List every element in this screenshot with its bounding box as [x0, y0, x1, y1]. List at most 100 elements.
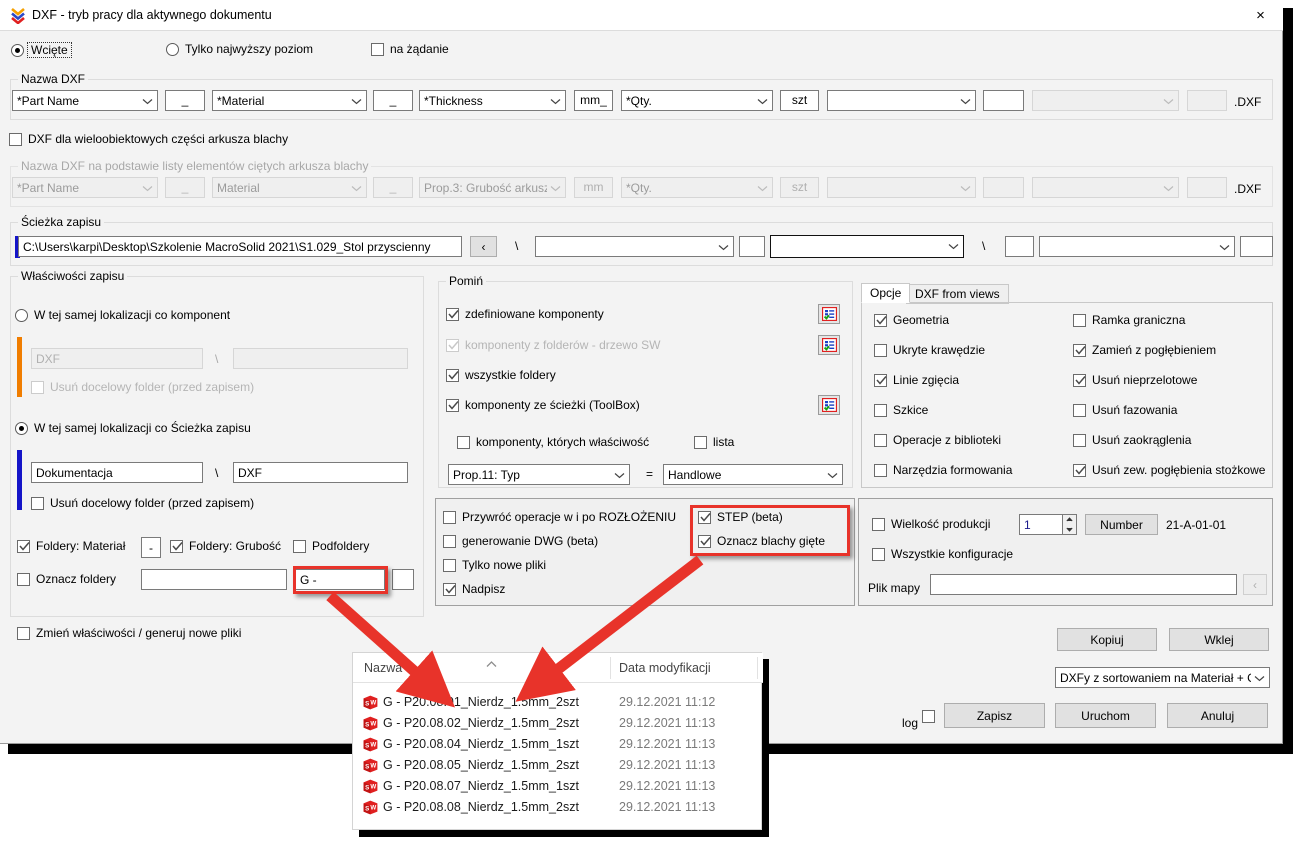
checkbox-skip-1[interactable]: komponenty z folderów - drzewo SW [446, 338, 660, 352]
checkbox-extra-left-3[interactable]: Nadpisz [443, 582, 505, 596]
mark-folders-suffix-input[interactable] [392, 569, 414, 590]
dxfRow2-text-5[interactable]: mm [574, 177, 613, 198]
checkbox-option-left-1[interactable]: Ukryte krawędzie [874, 343, 985, 357]
explorer-file-row[interactable]: SW G - P20.08.04_Nierdz_1.5mm_1szt 29.12.2… [353, 734, 763, 755]
dxfRow1-text-5[interactable]: mm_ [574, 90, 613, 111]
radio-top-level[interactable]: Tylko najwyższy poziom [166, 42, 313, 56]
radio-same-location-as-component[interactable]: W tej samej lokalizacji co komponent [15, 308, 230, 322]
checkbox-savepath-delete-target-folder[interactable]: Usuń docelowy folder (przed zapisem) [31, 496, 254, 510]
dxfRow2-text-9[interactable] [983, 177, 1024, 198]
skip-value-combo[interactable]: Handlowe [663, 464, 843, 485]
dxfRow1-text-7[interactable]: szt [780, 90, 819, 111]
save-path-text-1[interactable] [739, 236, 765, 257]
component-folder-1-input[interactable] [31, 348, 203, 369]
checkbox-skip-list[interactable]: lista [694, 435, 734, 449]
save-path-browse-button[interactable]: ‹ [470, 236, 497, 257]
dxfRow2-text-11[interactable] [1187, 177, 1227, 198]
dxfRow1-text-11[interactable] [1187, 90, 1227, 111]
save-button[interactable]: Zapisz [944, 703, 1045, 728]
checkbox-multibody-sheetmetal[interactable]: DXF dla wieloobiektowych części arkusza … [9, 132, 288, 146]
dxfRow1-text-3[interactable]: _ [373, 90, 413, 111]
checkbox-option-left-0[interactable]: Geometria [874, 313, 949, 327]
explorer-column-date[interactable]: Data modyfikacji [619, 661, 711, 675]
checkbox-extra-left-2[interactable]: Tylko nowe pliki [443, 558, 546, 572]
explorer-file-row[interactable]: SW G - P20.08.08_Nierdz_1.5mm_2szt 29.12.2… [353, 797, 763, 818]
dxfRow2-combo-8[interactable] [827, 177, 976, 198]
production-size-input[interactable] [1019, 514, 1063, 535]
checkbox-option-right-2[interactable]: Usuń nieprzelotowe [1073, 373, 1197, 387]
number-button[interactable]: Number [1085, 514, 1158, 535]
save-path-text-3[interactable] [1240, 236, 1273, 257]
dxfRow2-text-3[interactable]: _ [373, 177, 413, 198]
checkbox-option-right-0[interactable]: Ramka graniczna [1073, 313, 1185, 327]
checkbox-subfolders[interactable]: Podfoldery [293, 539, 369, 553]
checkbox-extra-left-0[interactable]: Przywróć operacje w i po ROZŁOŻENIU [443, 510, 676, 524]
dxfRow2-combo-10[interactable] [1032, 177, 1179, 198]
dxfRow2-combo-6[interactable]: *Qty. [621, 177, 773, 198]
checkbox-folders-thickness[interactable]: Foldery: Grubość [170, 539, 281, 553]
savepath-folder-2-input[interactable] [233, 462, 408, 483]
checkbox-skip-by-property[interactable]: komponenty, których właściwość [457, 435, 649, 449]
stepper-up-icon[interactable] [1063, 515, 1075, 524]
checkbox-production-size[interactable]: Wielkość produkcji [872, 517, 990, 531]
checkbox-extra-right-1[interactable]: Oznacz blachy gięte [698, 534, 825, 548]
radio-same-location-as-savepath[interactable]: W tej samej lokalizacji co Ścieżka zapis… [15, 421, 251, 435]
checkbox-skip-3[interactable]: komponenty ze ścieżki (ToolBox) [446, 398, 640, 412]
dxfRow1-text-1[interactable]: _ [165, 90, 205, 111]
savepath-folder-1-input[interactable] [31, 462, 203, 483]
checkbox-mark-folders[interactable]: Oznacz foldery [17, 572, 116, 586]
checkbox-option-left-3[interactable]: Szkice [874, 403, 928, 417]
dxfRow1-combo-4[interactable]: *Thickness [419, 90, 566, 111]
checkbox-component-delete-target-folder[interactable]: Usuń docelowy folder (przed zapisem) [31, 380, 254, 394]
checkbox-option-left-4[interactable]: Operacje z biblioteki [874, 433, 1001, 447]
dxfRow1-combo-0[interactable]: *Part Name [12, 90, 158, 111]
checkbox-option-right-5[interactable]: Usuń zew. pogłębienia stożkowe [1073, 463, 1265, 477]
checkbox-all-configurations[interactable]: Wszystkie konfiguracje [872, 547, 1013, 561]
dxfRow1-text-9[interactable] [983, 90, 1024, 111]
checkbox-extra-right-0[interactable]: STEP (beta) [698, 510, 783, 524]
checkbox-folders-material[interactable]: Foldery: Materiał [17, 539, 125, 553]
map-file-browse-button[interactable]: ‹ [1243, 574, 1267, 595]
map-file-input[interactable] [930, 574, 1237, 595]
dxfRow2-text-7[interactable]: szt [780, 177, 819, 198]
copy-button[interactable]: Kopiuj [1057, 628, 1157, 651]
checkbox-extra-left-1[interactable]: generowanie DWG (beta) [443, 534, 598, 548]
skip-list-icon-button-1[interactable] [818, 335, 840, 355]
explorer-file-row[interactable]: SW G - P20.08.02_Nierdz_1.5mm_2szt 29.12.2… [353, 713, 763, 734]
dxfRow1-combo-2[interactable]: *Material [212, 90, 367, 111]
checkbox-change-properties[interactable]: Zmień właściwości / generuj nowe pliki [17, 626, 241, 640]
dxfRow1-combo-6[interactable]: *Qty. [621, 90, 773, 111]
skip-list-icon-button-3[interactable] [818, 395, 840, 415]
production-size-stepper[interactable] [1063, 514, 1077, 535]
checkbox-skip-0[interactable]: zdefiniowane komponenty [446, 307, 604, 321]
checkbox-on-demand[interactable]: na żądanie [371, 42, 449, 56]
close-icon[interactable]: × [1238, 0, 1283, 30]
dxfRow2-combo-4[interactable]: Prop.3: Grubość arkusza bl [419, 177, 566, 198]
checkbox-option-right-4[interactable]: Usuń zaokrąglenia [1073, 433, 1191, 447]
stepper-down-icon[interactable] [1063, 525, 1075, 534]
run-button[interactable]: Uruchom [1055, 703, 1156, 728]
dxfRow1-combo-8[interactable] [827, 90, 976, 111]
checkbox-option-right-1[interactable]: Zamień z pogłębieniem [1073, 343, 1216, 357]
component-folder-2-input[interactable] [233, 348, 408, 369]
tab-opcje[interactable]: Opcje [861, 283, 911, 303]
explorer-file-row[interactable]: SW G - P20.08.01_Nierdz_1.5mm_2szt 29.12.2… [353, 692, 763, 713]
checkbox-option-left-2[interactable]: Linie zgięcia [874, 373, 959, 387]
cancel-button[interactable]: Anuluj [1167, 703, 1268, 728]
mark-folders-prefix-input[interactable] [295, 569, 385, 590]
explorer-column-name[interactable]: Nazwa [364, 661, 402, 675]
paste-button[interactable]: Wklej [1169, 628, 1269, 651]
tab-dxf-from-views[interactable]: DXF from views [906, 284, 1009, 304]
checkbox-option-left-5[interactable]: Narzędzia formowania [874, 463, 1012, 477]
checkbox-skip-2[interactable]: wszystkie foldery [446, 368, 556, 382]
save-path-combo-1[interactable] [535, 236, 734, 257]
folders-separator-input[interactable] [141, 537, 161, 558]
skip-property-combo[interactable]: Prop.11: Typ [448, 464, 630, 485]
explorer-file-row[interactable]: SW G - P20.08.07_Nierdz_1.5mm_1szt 29.12.2… [353, 776, 763, 797]
checkbox-log[interactable] [922, 710, 935, 723]
radio-indented[interactable]: Wcięte [11, 42, 72, 58]
preset-combo[interactable]: DXFy z sortowaniem na Materiał + Gruboś [1055, 667, 1270, 688]
dxfRow2-combo-2[interactable]: Material [212, 177, 367, 198]
dxfRow2-combo-0[interactable]: *Part Name [12, 177, 158, 198]
save-path-text-2[interactable] [1005, 236, 1034, 257]
